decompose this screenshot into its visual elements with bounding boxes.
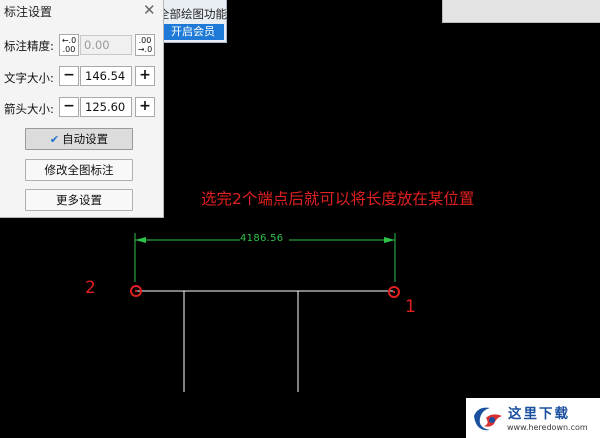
point-label-1: 1	[405, 297, 416, 317]
dimension-value: 4186.56	[240, 233, 284, 244]
watermark: 这里下载 www.heredown.com	[466, 398, 600, 438]
watermark-logo-icon	[474, 407, 502, 431]
drawn-shape[interactable]	[137, 290, 393, 392]
watermark-url: www.heredown.com	[507, 423, 588, 432]
dimension-arrow-left	[135, 237, 146, 243]
instruction-annotation: 选完2个端点后就可以将长度放在某位置	[201, 190, 475, 208]
dimension-arrow-right	[384, 237, 395, 243]
point-label-2: 2	[85, 278, 96, 298]
endpoint-marker-1-center	[392, 290, 396, 294]
endpoint-marker-2-center	[134, 289, 138, 293]
watermark-brand: 这里下载	[508, 406, 570, 422]
cad-canvas[interactable]	[0, 0, 600, 438]
